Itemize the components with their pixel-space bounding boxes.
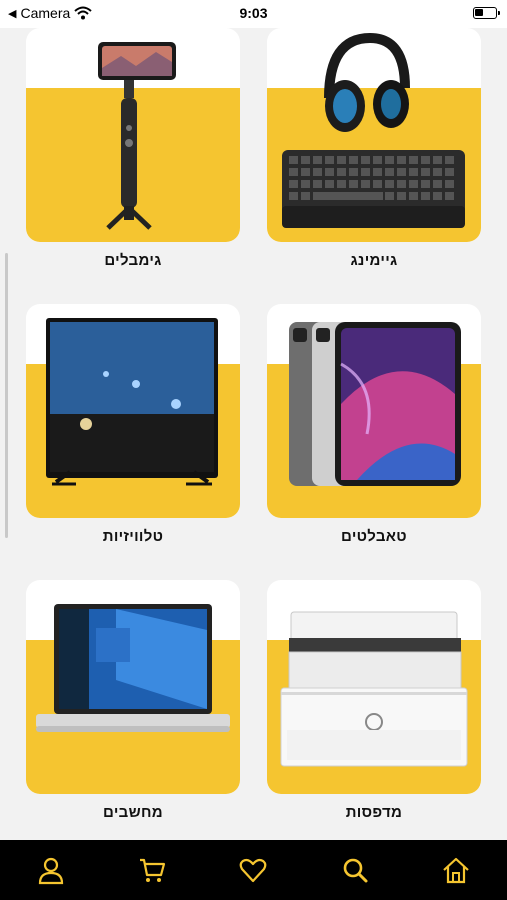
category-card-tvs[interactable] (26, 304, 240, 518)
search-icon (343, 858, 368, 883)
heart-icon (240, 858, 267, 883)
status-bar: ◀ Camera 9:03 (0, 0, 507, 28)
category-grid: גיימינג גימבלים טאבלטים טלוויזיות מדפסות… (0, 28, 507, 840)
category-label-gaming[interactable]: גיימינג (267, 252, 481, 269)
printer-image (280, 611, 468, 767)
gaming-keyboard-headset-image (282, 32, 465, 228)
tab-bar (0, 840, 507, 900)
tablet-image (289, 322, 461, 486)
scroll-indicator[interactable] (5, 253, 8, 538)
laptop-image (36, 604, 230, 732)
category-card-gaming[interactable] (267, 28, 481, 242)
tab-favorites[interactable] (228, 845, 278, 895)
category-label-gimbals[interactable]: גימבלים (26, 252, 240, 269)
category-label-computers[interactable]: מחשבים (26, 804, 240, 821)
category-label-tablets[interactable]: טאבלטים (267, 528, 481, 545)
tab-cart[interactable] (127, 845, 177, 895)
cart-icon (140, 858, 166, 882)
category-card-tablets[interactable] (267, 304, 481, 518)
gimbal-image (98, 42, 176, 230)
tv-image (46, 318, 218, 486)
category-label-printers[interactable]: מדפסות (267, 804, 481, 821)
user-icon (38, 857, 63, 885)
category-card-gimbals[interactable] (26, 28, 240, 242)
tab-profile[interactable] (26, 845, 76, 895)
clock: 9:03 (239, 5, 268, 21)
tab-search[interactable] (330, 845, 380, 895)
tab-home[interactable] (431, 845, 481, 895)
home-icon (443, 857, 469, 884)
category-card-printers[interactable] (267, 580, 481, 794)
category-card-computers[interactable] (26, 580, 240, 794)
battery-icon (473, 7, 500, 19)
category-label-tvs[interactable]: טלוויזיות (26, 528, 240, 545)
